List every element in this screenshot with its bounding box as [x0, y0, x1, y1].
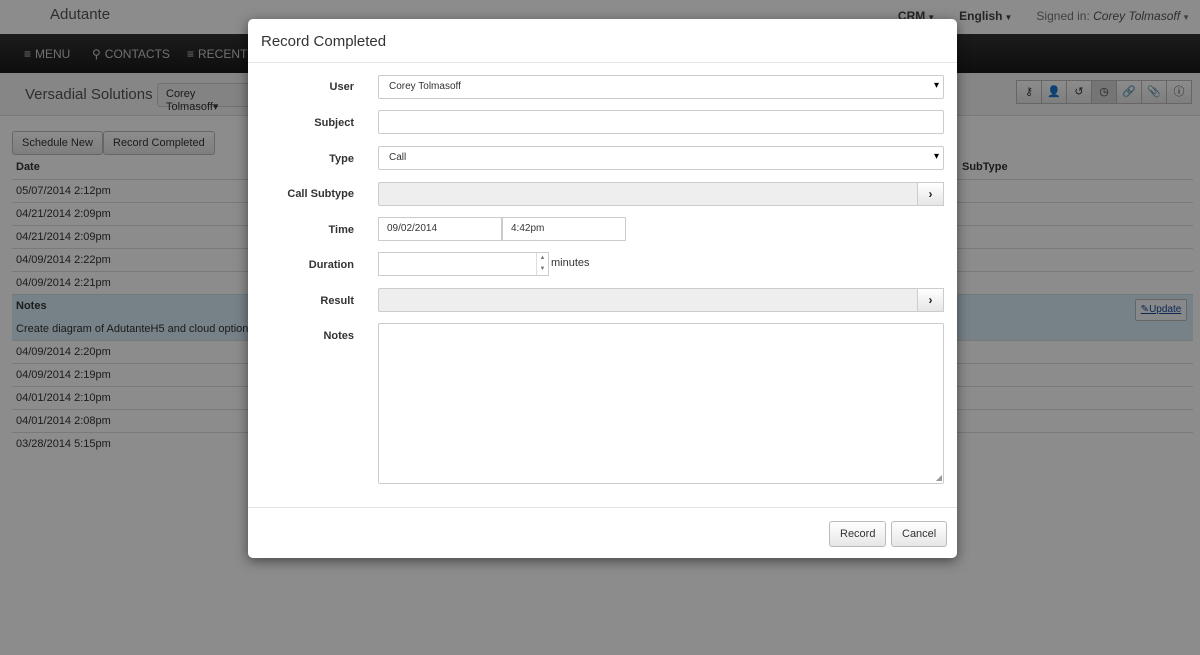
dialog-title: Record Completed: [261, 33, 387, 50]
duration-stepper[interactable]: ▲ ▼: [378, 252, 549, 276]
dialog-footer: Record Cancel: [248, 507, 957, 558]
time-label: Time: [328, 224, 354, 236]
date-input[interactable]: 09/02/2014: [378, 217, 502, 241]
time-input[interactable]: 4:42pm: [502, 217, 626, 241]
call-subtype-label: Call Subtype: [287, 188, 354, 200]
chevron-right-icon[interactable]: ›: [917, 182, 944, 206]
record-completed-dialog: Record Completed User Corey Tolmasoff Su…: [248, 19, 957, 558]
record-button[interactable]: Record: [829, 521, 887, 547]
duration-unit: minutes: [551, 257, 590, 269]
user-select-value: Corey Tolmasoff: [389, 81, 461, 92]
cancel-button[interactable]: Cancel: [891, 521, 948, 547]
type-label: Type: [329, 153, 354, 165]
chevron-right-icon[interactable]: ›: [917, 288, 944, 312]
type-select-value: Call: [389, 152, 407, 163]
notes-textarea[interactable]: ◢: [378, 323, 944, 484]
type-select[interactable]: Call: [378, 146, 944, 170]
notes-label: Notes: [323, 330, 354, 342]
spinner-arrows-icon[interactable]: ▲ ▼: [536, 253, 548, 275]
user-label: User: [329, 81, 354, 93]
dialog-header: Record Completed: [248, 19, 957, 63]
resize-handle-icon[interactable]: ◢: [936, 473, 942, 482]
user-select[interactable]: Corey Tolmasoff: [378, 75, 944, 99]
subject-label: Subject: [314, 117, 354, 129]
subject-input[interactable]: [378, 110, 944, 134]
call-subtype-picker[interactable]: ›: [378, 182, 944, 206]
result-picker[interactable]: ›: [378, 288, 944, 312]
duration-label: Duration: [308, 259, 354, 271]
result-label: Result: [320, 295, 354, 307]
